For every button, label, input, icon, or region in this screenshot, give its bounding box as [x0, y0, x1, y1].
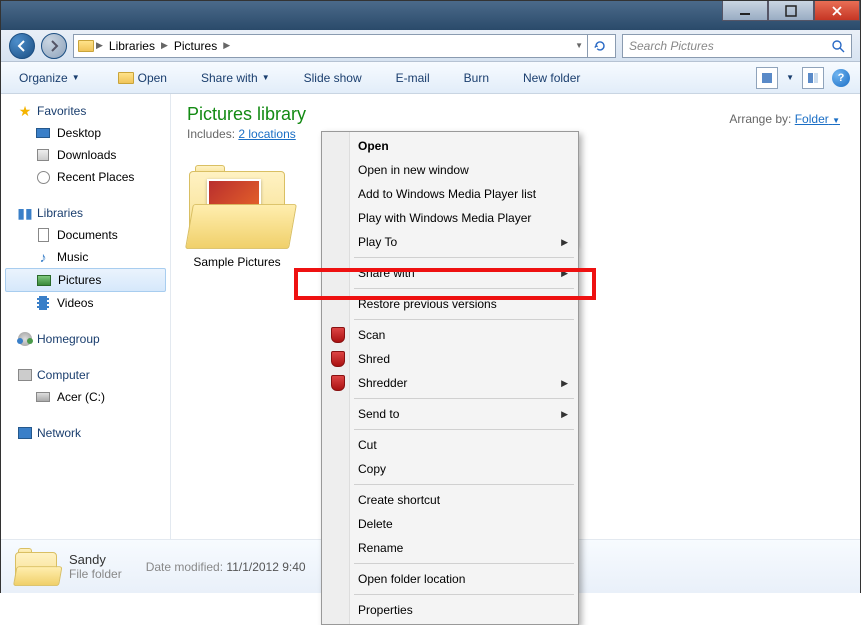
nav-documents[interactable]: Documents — [1, 224, 170, 246]
ctx-add-to-windows-media-player-list[interactable]: Add to Windows Media Player list — [324, 182, 576, 206]
details-name: Sandy — [69, 552, 122, 567]
nav-downloads[interactable]: Downloads — [1, 144, 170, 166]
folder-icon — [78, 38, 94, 54]
preview-pane-button[interactable] — [802, 67, 824, 89]
view-mode-button[interactable] — [756, 67, 778, 89]
ctx-open-folder-location[interactable]: Open folder location — [324, 567, 576, 591]
star-icon: ★ — [17, 103, 33, 119]
addr-dropdown-icon[interactable]: ▼ — [575, 41, 583, 50]
search-input[interactable]: Search Pictures — [622, 34, 852, 58]
music-icon: ♪ — [35, 249, 51, 265]
slideshow-button[interactable]: Slide show — [296, 67, 370, 89]
computer-icon — [17, 367, 33, 383]
context-menu: OpenOpen in new windowAdd to Windows Med… — [321, 131, 579, 625]
nav-drive-c[interactable]: Acer (C:) — [1, 386, 170, 408]
ctx-restore-previous-versions[interactable]: Restore previous versions — [324, 292, 576, 316]
breadcrumb[interactable]: Pictures — [170, 37, 221, 55]
nav-homegroup[interactable]: Homegroup — [1, 328, 170, 350]
ctx-create-shortcut[interactable]: Create shortcut — [324, 488, 576, 512]
folder-item-sample-pictures[interactable]: Sample Pictures — [187, 165, 287, 269]
pictures-icon — [36, 272, 52, 288]
nav-recent[interactable]: Recent Places — [1, 166, 170, 188]
recent-icon — [35, 169, 51, 185]
ctx-play-to[interactable]: Play To▶ — [324, 230, 576, 254]
nav-music[interactable]: ♪Music — [1, 246, 170, 268]
ctx-open-in-new-window[interactable]: Open in new window — [324, 158, 576, 182]
ctx-shred[interactable]: Shred — [324, 347, 576, 371]
nav-favorites[interactable]: ★Favorites — [1, 100, 170, 122]
desktop-icon — [35, 125, 51, 141]
open-button[interactable]: Open — [110, 66, 175, 90]
window-titlebar — [1, 1, 860, 30]
share-with-button[interactable]: Share with▼ — [193, 67, 278, 89]
burn-button[interactable]: Burn — [456, 67, 497, 89]
ctx-properties[interactable]: Properties — [324, 598, 576, 622]
ctx-scan[interactable]: Scan — [324, 323, 576, 347]
nav-desktop[interactable]: Desktop — [1, 122, 170, 144]
address-bar: ▶ Libraries ▶ Pictures ▶ ▼ Search Pictur… — [1, 30, 860, 62]
help-button[interactable]: ? — [832, 69, 850, 87]
nav-pictures[interactable]: Pictures — [5, 268, 166, 292]
drive-icon — [35, 389, 51, 405]
toolbar: Organize▼ Open Share with▼ Slide show E-… — [1, 62, 860, 94]
document-icon — [35, 227, 51, 243]
organize-button[interactable]: Organize▼ — [11, 67, 88, 89]
ctx-open[interactable]: Open — [324, 134, 576, 158]
includes-link[interactable]: 2 locations — [238, 127, 295, 141]
ctx-delete[interactable]: Delete — [324, 512, 576, 536]
back-button[interactable] — [9, 33, 35, 59]
homegroup-icon — [17, 331, 33, 347]
ctx-send-to[interactable]: Send to▶ — [324, 402, 576, 426]
folder-icon — [189, 165, 285, 249]
details-type: File folder — [69, 567, 122, 581]
ctx-shredder[interactable]: Shredder▶ — [324, 371, 576, 395]
nav-network[interactable]: Network — [1, 422, 170, 444]
details-modified: 11/1/2012 9:40 — [226, 560, 305, 574]
email-button[interactable]: E-mail — [388, 67, 438, 89]
ctx-play-with-windows-media-player[interactable]: Play with Windows Media Player — [324, 206, 576, 230]
breadcrumb[interactable]: Libraries — [105, 37, 159, 55]
navigation-pane: ★Favorites Desktop Downloads Recent Plac… — [1, 94, 171, 539]
nav-computer[interactable]: Computer — [1, 364, 170, 386]
ctx-rename[interactable]: Rename — [324, 536, 576, 560]
arrange-value[interactable]: Folder ▼ — [795, 112, 840, 126]
ctx-copy[interactable]: Copy — [324, 457, 576, 481]
address-field[interactable]: ▶ Libraries ▶ Pictures ▶ ▼ — [73, 34, 616, 58]
details-thumb — [15, 548, 57, 586]
libraries-icon: ▮▮ — [17, 205, 33, 221]
ctx-share-with[interactable]: Share with▶ — [324, 261, 576, 285]
search-icon — [831, 39, 845, 53]
nav-libraries[interactable]: ▮▮Libraries — [1, 202, 170, 224]
refresh-button[interactable] — [587, 35, 611, 57]
forward-button[interactable] — [41, 33, 67, 59]
ctx-cut[interactable]: Cut — [324, 433, 576, 457]
nav-videos[interactable]: Videos — [1, 292, 170, 314]
view-mode-dropdown[interactable]: ▼ — [786, 73, 794, 82]
videos-icon — [35, 295, 51, 311]
maximize-button[interactable] — [768, 1, 814, 21]
new-folder-button[interactable]: New folder — [515, 67, 588, 89]
close-button[interactable] — [814, 1, 860, 21]
network-icon — [17, 425, 33, 441]
arrange-by: Arrange by: Folder ▼ — [729, 112, 840, 126]
item-label: Sample Pictures — [187, 255, 287, 269]
search-placeholder: Search Pictures — [629, 39, 831, 53]
minimize-button[interactable] — [722, 1, 768, 21]
downloads-icon — [35, 147, 51, 163]
